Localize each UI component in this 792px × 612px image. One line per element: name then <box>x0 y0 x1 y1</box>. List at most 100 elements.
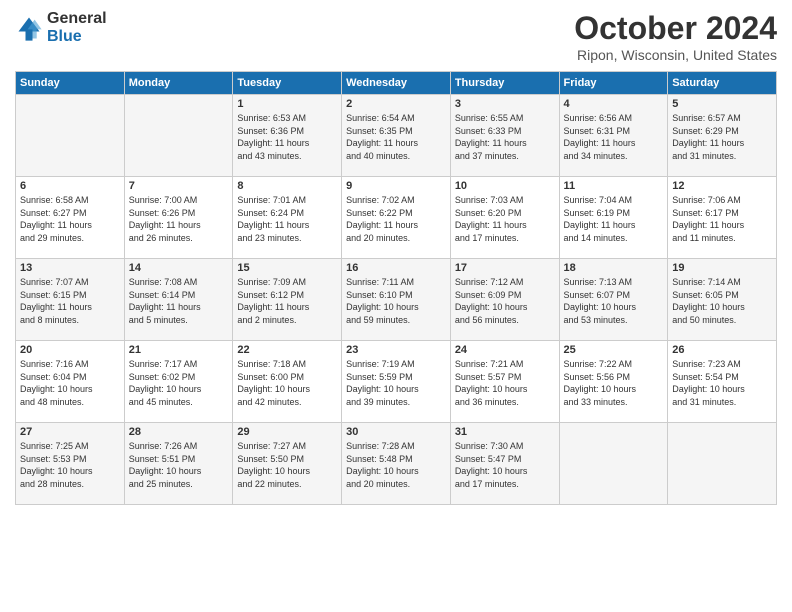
day-number: 6 <box>20 180 120 192</box>
logo-blue: Blue <box>47 28 107 46</box>
day-info: Sunrise: 7:30 AM Sunset: 5:47 PM Dayligh… <box>455 440 555 490</box>
calendar-cell: 30Sunrise: 7:28 AM Sunset: 5:48 PM Dayli… <box>342 423 451 505</box>
day-info: Sunrise: 7:01 AM Sunset: 6:24 PM Dayligh… <box>237 194 337 244</box>
day-number: 25 <box>564 344 664 356</box>
col-monday: Monday <box>124 72 233 95</box>
day-number: 27 <box>20 426 120 438</box>
day-number: 17 <box>455 262 555 274</box>
day-info: Sunrise: 7:23 AM Sunset: 5:54 PM Dayligh… <box>672 358 772 408</box>
logo-icon <box>15 14 43 42</box>
day-info: Sunrise: 7:13 AM Sunset: 6:07 PM Dayligh… <box>564 276 664 326</box>
calendar-cell: 15 Sunrise: 7:09 AM Sunset: 6:12 PM Dayli… <box>233 259 342 341</box>
calendar-cell: 27 Sunrise: 7:25 AM Sunset: 5:53 PM Dayli… <box>16 423 125 505</box>
col-tuesday: Tuesday <box>233 72 342 95</box>
calendar-cell: 21 Sunrise: 7:17 AM Sunset: 6:02 PM Dayli… <box>124 341 233 423</box>
day-info: Sunrise: 6:57 AM Sunset: 6:29 PM Dayligh… <box>672 112 772 162</box>
day-number: 24 <box>455 344 555 356</box>
col-saturday: Saturday <box>668 72 777 95</box>
col-friday: Friday <box>559 72 668 95</box>
day-number: 26 <box>672 344 772 356</box>
day-info: Sunrise: 7:14 AM Sunset: 6:05 PM Dayligh… <box>672 276 772 326</box>
month-title: October 2024 <box>574 10 777 47</box>
calendar-cell: 22 Sunrise: 7:18 AM Sunset: 6:00 PM Dayli… <box>233 341 342 423</box>
day-number: 15 <box>237 262 337 274</box>
day-number: 12 <box>672 180 772 192</box>
day-number: 28 <box>129 426 229 438</box>
day-info: Sunrise: 7:17 AM Sunset: 6:02 PM Dayligh… <box>129 358 229 408</box>
day-number: 16 <box>346 262 446 274</box>
calendar-cell: 3 Sunrise: 6:55 AM Sunset: 6:33 PM Daylig… <box>450 95 559 177</box>
day-number: 23 <box>346 344 446 356</box>
calendar-cell: 14Sunrise: 7:08 AM Sunset: 6:14 PM Dayli… <box>124 259 233 341</box>
day-number: 4 <box>564 98 664 110</box>
calendar-cell <box>124 95 233 177</box>
day-info: Sunrise: 7:21 AM Sunset: 5:57 PM Dayligh… <box>455 358 555 408</box>
day-number: 13 <box>20 262 120 274</box>
calendar-cell <box>16 95 125 177</box>
calendar-cell: 6 Sunrise: 6:58 AM Sunset: 6:27 PM Daylig… <box>16 177 125 259</box>
logo-general: General <box>47 10 107 28</box>
day-info: Sunrise: 7:16 AM Sunset: 6:04 PM Dayligh… <box>20 358 120 408</box>
day-info: Sunrise: 7:03 AM Sunset: 6:20 PM Dayligh… <box>455 194 555 244</box>
day-number: 8 <box>237 180 337 192</box>
col-thursday: Thursday <box>450 72 559 95</box>
day-info: Sunrise: 7:07 AM Sunset: 6:15 PM Dayligh… <box>20 276 120 326</box>
calendar-cell: 13 Sunrise: 7:07 AM Sunset: 6:15 PM Dayli… <box>16 259 125 341</box>
day-info: Sunrise: 6:56 AM Sunset: 6:31 PM Dayligh… <box>564 112 664 162</box>
day-info: Sunrise: 7:09 AM Sunset: 6:12 PM Dayligh… <box>237 276 337 326</box>
day-info: Sunrise: 7:11 AM Sunset: 6:10 PM Dayligh… <box>346 276 446 326</box>
day-info: Sunrise: 6:53 AM Sunset: 6:36 PM Dayligh… <box>237 112 337 162</box>
col-wednesday: Wednesday <box>342 72 451 95</box>
day-info: Sunrise: 7:18 AM Sunset: 6:00 PM Dayligh… <box>237 358 337 408</box>
calendar-cell: 5Sunrise: 6:57 AM Sunset: 6:29 PM Daylig… <box>668 95 777 177</box>
calendar-cell: 23 Sunrise: 7:19 AM Sunset: 5:59 PM Dayli… <box>342 341 451 423</box>
day-info: Sunrise: 7:00 AM Sunset: 6:26 PM Dayligh… <box>129 194 229 244</box>
calendar-cell: 9 Sunrise: 7:02 AM Sunset: 6:22 PM Daylig… <box>342 177 451 259</box>
calendar-cell: 31 Sunrise: 7:30 AM Sunset: 5:47 PM Dayli… <box>450 423 559 505</box>
calendar-cell: 16 Sunrise: 7:11 AM Sunset: 6:10 PM Dayli… <box>342 259 451 341</box>
calendar-cell: 2Sunrise: 6:54 AM Sunset: 6:35 PM Daylig… <box>342 95 451 177</box>
calendar-cell: 11 Sunrise: 7:04 AM Sunset: 6:19 PM Dayli… <box>559 177 668 259</box>
day-info: Sunrise: 6:55 AM Sunset: 6:33 PM Dayligh… <box>455 112 555 162</box>
calendar-cell: 8 Sunrise: 7:01 AM Sunset: 6:24 PM Daylig… <box>233 177 342 259</box>
day-info: Sunrise: 6:58 AM Sunset: 6:27 PM Dayligh… <box>20 194 120 244</box>
calendar: Sunday Monday Tuesday Wednesday Thursday… <box>15 71 777 505</box>
day-info: Sunrise: 7:19 AM Sunset: 5:59 PM Dayligh… <box>346 358 446 408</box>
calendar-cell: 28 Sunrise: 7:26 AM Sunset: 5:51 PM Dayli… <box>124 423 233 505</box>
calendar-cell: 10Sunrise: 7:03 AM Sunset: 6:20 PM Dayli… <box>450 177 559 259</box>
calendar-cell: 12 Sunrise: 7:06 AM Sunset: 6:17 PM Dayli… <box>668 177 777 259</box>
day-number: 22 <box>237 344 337 356</box>
day-number: 11 <box>564 180 664 192</box>
calendar-cell: 24 Sunrise: 7:21 AM Sunset: 5:57 PM Dayli… <box>450 341 559 423</box>
day-number: 19 <box>672 262 772 274</box>
day-info: Sunrise: 7:28 AM Sunset: 5:48 PM Dayligh… <box>346 440 446 490</box>
day-number: 7 <box>129 180 229 192</box>
calendar-cell <box>668 423 777 505</box>
day-number: 1 <box>237 98 337 110</box>
calendar-cell: 26 Sunrise: 7:23 AM Sunset: 5:54 PM Dayli… <box>668 341 777 423</box>
day-number: 21 <box>129 344 229 356</box>
day-number: 3 <box>455 98 555 110</box>
day-number: 14 <box>129 262 229 274</box>
day-info: Sunrise: 7:04 AM Sunset: 6:19 PM Dayligh… <box>564 194 664 244</box>
title-section: October 2024 Ripon, Wisconsin, United St… <box>574 10 777 63</box>
calendar-cell: 29 Sunrise: 7:27 AM Sunset: 5:50 PM Dayli… <box>233 423 342 505</box>
logo-text: General Blue <box>47 10 107 45</box>
day-number: 9 <box>346 180 446 192</box>
calendar-cell <box>559 423 668 505</box>
day-number: 29 <box>237 426 337 438</box>
calendar-cell: 4 Sunrise: 6:56 AM Sunset: 6:31 PM Daylig… <box>559 95 668 177</box>
calendar-cell: 1 Sunrise: 6:53 AM Sunset: 6:36 PM Daylig… <box>233 95 342 177</box>
day-info: Sunrise: 7:26 AM Sunset: 5:51 PM Dayligh… <box>129 440 229 490</box>
location: Ripon, Wisconsin, United States <box>574 47 777 63</box>
day-number: 2 <box>346 98 446 110</box>
day-info: Sunrise: 7:27 AM Sunset: 5:50 PM Dayligh… <box>237 440 337 490</box>
day-info: Sunrise: 7:25 AM Sunset: 5:53 PM Dayligh… <box>20 440 120 490</box>
col-sunday: Sunday <box>16 72 125 95</box>
day-info: Sunrise: 7:22 AM Sunset: 5:56 PM Dayligh… <box>564 358 664 408</box>
day-info: Sunrise: 7:02 AM Sunset: 6:22 PM Dayligh… <box>346 194 446 244</box>
day-number: 31 <box>455 426 555 438</box>
day-number: 18 <box>564 262 664 274</box>
day-info: Sunrise: 7:06 AM Sunset: 6:17 PM Dayligh… <box>672 194 772 244</box>
calendar-cell: 18 Sunrise: 7:13 AM Sunset: 6:07 PM Dayli… <box>559 259 668 341</box>
